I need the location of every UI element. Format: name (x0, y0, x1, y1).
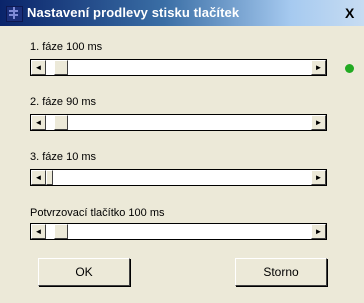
scroll-left-icon[interactable]: ◄ (31, 224, 46, 239)
phase-1-slider-thumb[interactable] (54, 60, 68, 75)
confirm-button-slider-thumb[interactable] (54, 224, 68, 239)
phase-1-slider[interactable]: ◄ ► (30, 59, 327, 76)
phase-3-slider-thumb[interactable] (46, 170, 53, 185)
scroll-left-icon[interactable]: ◄ (31, 170, 46, 185)
app-icon (6, 6, 23, 22)
phase-2-label: 2. fáze 90 ms (30, 96, 97, 108)
scroll-left-icon[interactable]: ◄ (31, 60, 46, 75)
close-button[interactable]: X (345, 6, 364, 21)
scroll-right-icon[interactable]: ► (311, 224, 326, 239)
scroll-right-icon[interactable]: ► (311, 60, 326, 75)
scroll-left-icon[interactable]: ◄ (31, 115, 46, 130)
window-title: Nastavení prodlevy stisku tlačítek (27, 5, 240, 20)
scroll-right-icon[interactable]: ► (311, 170, 326, 185)
title-bar[interactable]: Nastavení prodlevy stisku tlačítek (0, 0, 364, 26)
phase-3-slider[interactable]: ◄ ► (30, 169, 327, 186)
phase-3-label: 3. fáze 10 ms (30, 151, 97, 163)
ok-button[interactable]: OK (38, 258, 130, 286)
dialog-window: Nastavení prodlevy stisku tlačítek X 1. … (0, 0, 364, 303)
phase-2-slider-thumb[interactable] (54, 115, 68, 130)
confirm-button-label: Potvrzovací tlačítko 100 ms (30, 207, 165, 219)
confirm-button-slider[interactable]: ◄ ► (30, 223, 327, 240)
status-dot-icon (345, 64, 354, 73)
cancel-button[interactable]: Storno (235, 258, 327, 286)
scroll-right-icon[interactable]: ► (311, 115, 326, 130)
phase-1-label: 1. fáze 100 ms (30, 41, 103, 53)
phase-2-slider[interactable]: ◄ ► (30, 114, 327, 131)
